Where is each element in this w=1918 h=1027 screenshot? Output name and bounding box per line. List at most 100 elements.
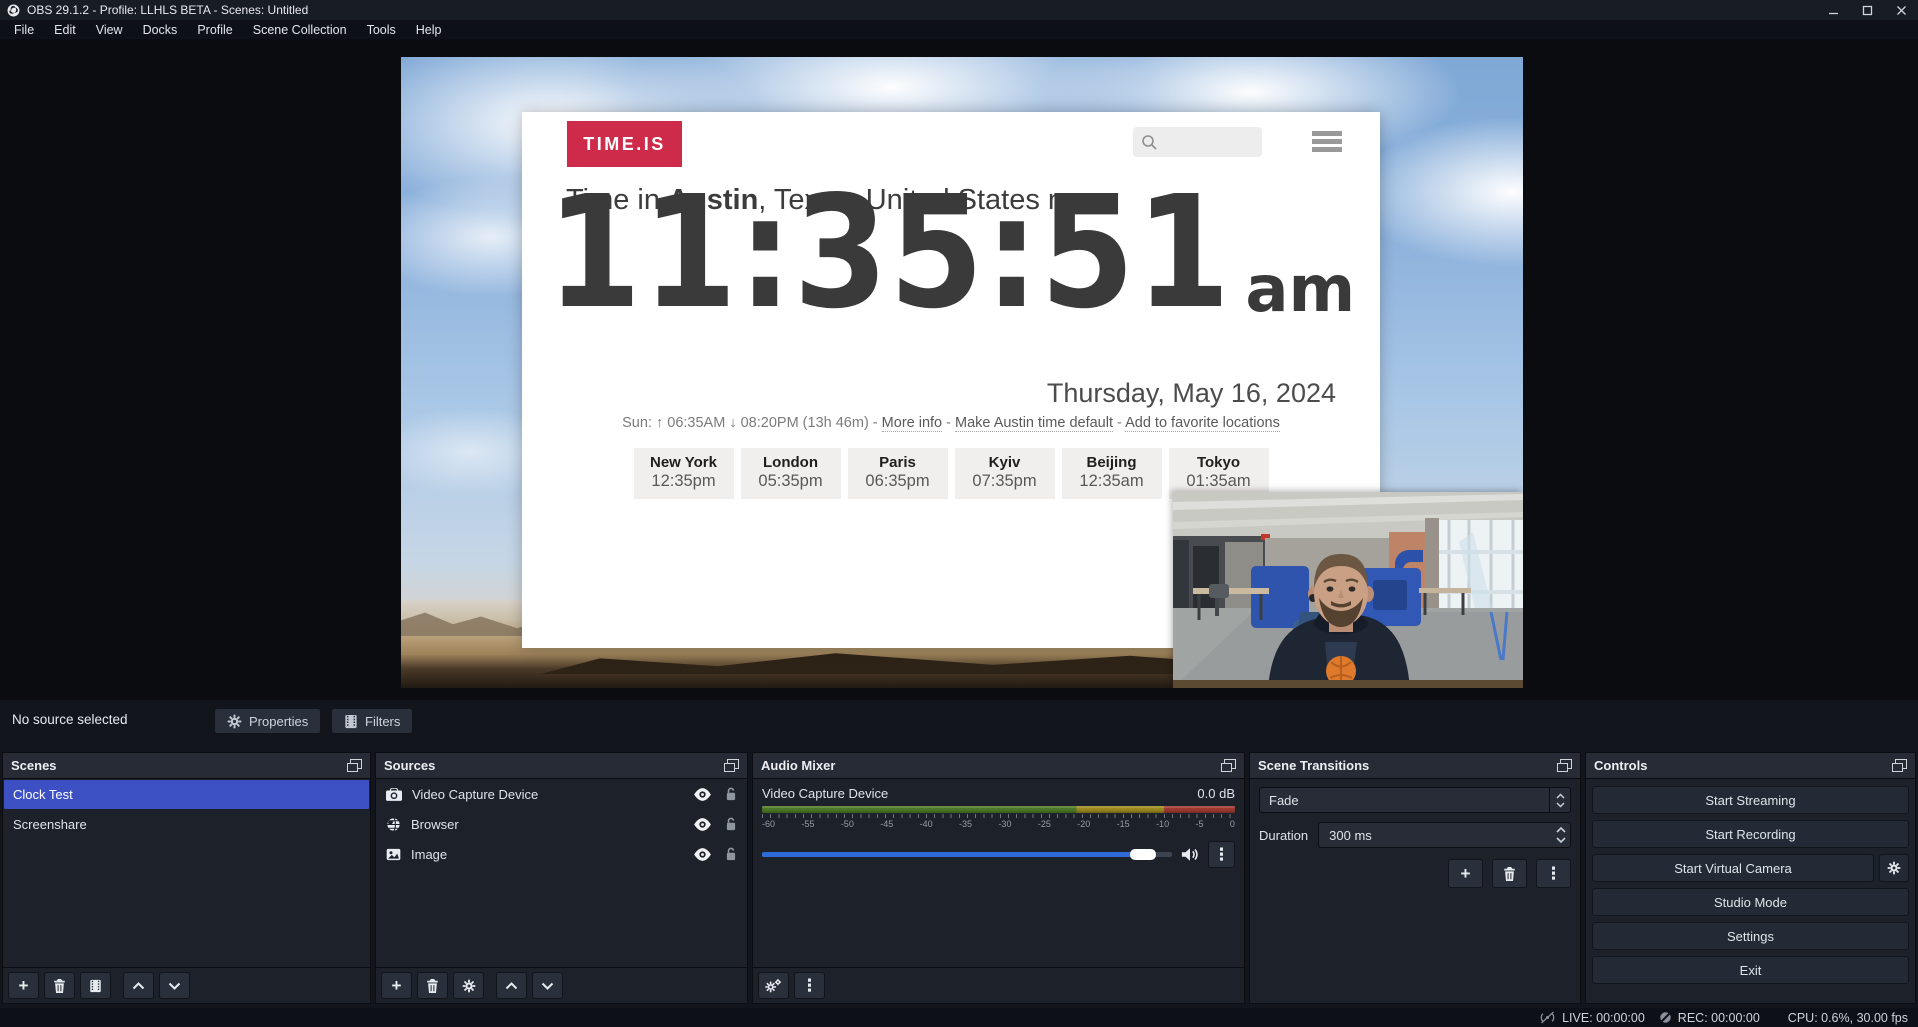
spin-down-icon[interactable]	[1556, 837, 1566, 843]
chevron-down-icon	[168, 982, 181, 990]
duration-spinbox[interactable]: 300 ms	[1318, 822, 1571, 848]
gear-icon	[462, 979, 476, 993]
transition-properties-button[interactable]: ⋮	[1536, 859, 1571, 888]
menu-docks[interactable]: Docks	[133, 23, 188, 37]
scene-filters-button[interactable]	[80, 972, 111, 999]
maximize-button[interactable]	[1850, 0, 1884, 20]
window-title: OBS 29.1.2 - Profile: LLHLS BETA - Scene…	[27, 3, 308, 17]
globe-icon	[386, 817, 401, 832]
transition-select[interactable]: Fade	[1259, 787, 1571, 813]
properties-button[interactable]: Properties	[214, 708, 321, 734]
close-button[interactable]	[1884, 0, 1918, 20]
menu-tools[interactable]: Tools	[357, 23, 406, 37]
title-bar[interactable]: OBS 29.1.2 - Profile: LLHLS BETA - Scene…	[0, 0, 1918, 20]
gear-icon	[227, 714, 242, 729]
visibility-eye-icon[interactable]	[693, 788, 712, 801]
audio-mixer-header[interactable]: Audio Mixer	[753, 753, 1244, 779]
filters-icon	[89, 979, 102, 993]
chevron-up-icon	[505, 982, 518, 990]
chevron-up-icon	[1556, 793, 1565, 799]
more-info-link: More info	[882, 415, 942, 432]
remove-scene-button[interactable]	[44, 972, 75, 999]
studio-mode-button[interactable]: Studio Mode	[1592, 888, 1909, 916]
visibility-eye-icon[interactable]	[693, 818, 712, 831]
start-virtual-camera-button[interactable]: Start Virtual Camera	[1592, 854, 1874, 882]
sources-toolbar: +	[376, 967, 747, 1003]
combo-arrows[interactable]	[1549, 788, 1570, 812]
filters-icon	[344, 714, 358, 729]
webcam-scene	[1173, 492, 1523, 688]
trash-icon	[426, 979, 439, 993]
camera-icon	[386, 788, 402, 801]
minimize-button[interactable]	[1816, 0, 1850, 20]
exit-button[interactable]: Exit	[1592, 956, 1909, 984]
spin-up-icon[interactable]	[1556, 827, 1566, 833]
remove-source-button[interactable]	[417, 972, 448, 999]
add-scene-button[interactable]: +	[8, 972, 39, 999]
advanced-audio-button[interactable]	[758, 972, 789, 999]
source-item-video-capture[interactable]: Video Capture Device	[376, 779, 747, 809]
popout-icon[interactable]	[347, 759, 362, 772]
popout-icon[interactable]	[724, 759, 739, 772]
remove-transition-button[interactable]	[1492, 859, 1527, 888]
menu-scene-collection[interactable]: Scene Collection	[243, 23, 357, 37]
menu-profile[interactable]: Profile	[187, 23, 242, 37]
move-source-up-button[interactable]	[496, 972, 527, 999]
record-inactive-icon	[1659, 1011, 1672, 1024]
sources-panel: Sources Video Capture Device	[375, 752, 748, 1004]
move-scene-down-button[interactable]	[159, 972, 190, 999]
controls-header[interactable]: Controls	[1586, 753, 1915, 779]
start-streaming-button[interactable]: Start Streaming	[1592, 786, 1909, 814]
image-icon	[386, 848, 401, 861]
visibility-eye-icon[interactable]	[693, 848, 712, 861]
scene-item-clock-test[interactable]: Clock Test	[4, 780, 369, 809]
mixer-menu-button[interactable]: ⋮	[794, 972, 825, 999]
add-transition-button[interactable]: +	[1448, 859, 1483, 888]
city-card: Kyiv07:35pm	[955, 448, 1055, 499]
menu-edit[interactable]: Edit	[44, 23, 86, 37]
scenes-header[interactable]: Scenes	[3, 753, 370, 779]
speaker-icon[interactable]	[1181, 847, 1199, 862]
start-recording-button[interactable]: Start Recording	[1592, 820, 1909, 848]
settings-button[interactable]: Settings	[1592, 922, 1909, 950]
menu-file[interactable]: File	[4, 23, 44, 37]
move-scene-up-button[interactable]	[123, 972, 154, 999]
popout-icon[interactable]	[1221, 759, 1236, 772]
trash-icon	[1503, 867, 1516, 881]
chevron-down-icon	[1556, 802, 1565, 808]
controls-panel: Controls Start Streaming Start Recording…	[1585, 752, 1916, 1004]
popout-icon[interactable]	[1892, 759, 1907, 772]
clock: 11:35:51 am	[522, 208, 1380, 314]
trash-icon	[53, 979, 66, 993]
program-canvas[interactable]: TIME.IS Time in Austin, Texas, United St…	[401, 57, 1523, 688]
scene-item-screenshare[interactable]: Screenshare	[4, 810, 369, 839]
menu-help[interactable]: Help	[406, 23, 452, 37]
volume-slider-handle[interactable]	[1130, 849, 1156, 860]
preview-area: TIME.IS Time in Austin, Texas, United St…	[0, 39, 1918, 700]
obs-window: OBS 29.1.2 - Profile: LLHLS BETA - Scene…	[0, 0, 1918, 1027]
stream-inactive-icon	[1539, 1011, 1556, 1024]
sources-header[interactable]: Sources	[376, 753, 747, 779]
selected-source-status: No source selected	[12, 712, 128, 727]
move-source-down-button[interactable]	[532, 972, 563, 999]
scene-transitions-header[interactable]: Scene Transitions	[1250, 753, 1580, 779]
scenes-toolbar: +	[3, 967, 370, 1003]
mixer-options-button[interactable]: ⋮	[1208, 841, 1235, 868]
duration-label: Duration	[1259, 828, 1308, 843]
clock-meridiem: am	[1245, 266, 1355, 314]
source-item-browser[interactable]: Browser	[376, 809, 747, 839]
popout-icon[interactable]	[1557, 759, 1572, 772]
add-source-button[interactable]: +	[381, 972, 412, 999]
lock-icon[interactable]	[725, 787, 737, 801]
menu-view[interactable]: View	[86, 23, 133, 37]
chevron-down-icon	[541, 982, 554, 990]
lock-icon[interactable]	[725, 847, 737, 861]
mixer-toolbar: ⋮	[753, 967, 1244, 1003]
source-item-image[interactable]: Image	[376, 839, 747, 869]
virtual-camera-config-button[interactable]	[1879, 854, 1909, 882]
volume-slider[interactable]	[762, 852, 1172, 857]
volume-meter	[762, 806, 1235, 813]
source-properties-button[interactable]	[453, 972, 484, 999]
filters-button[interactable]: Filters	[331, 708, 413, 734]
lock-icon[interactable]	[725, 817, 737, 831]
